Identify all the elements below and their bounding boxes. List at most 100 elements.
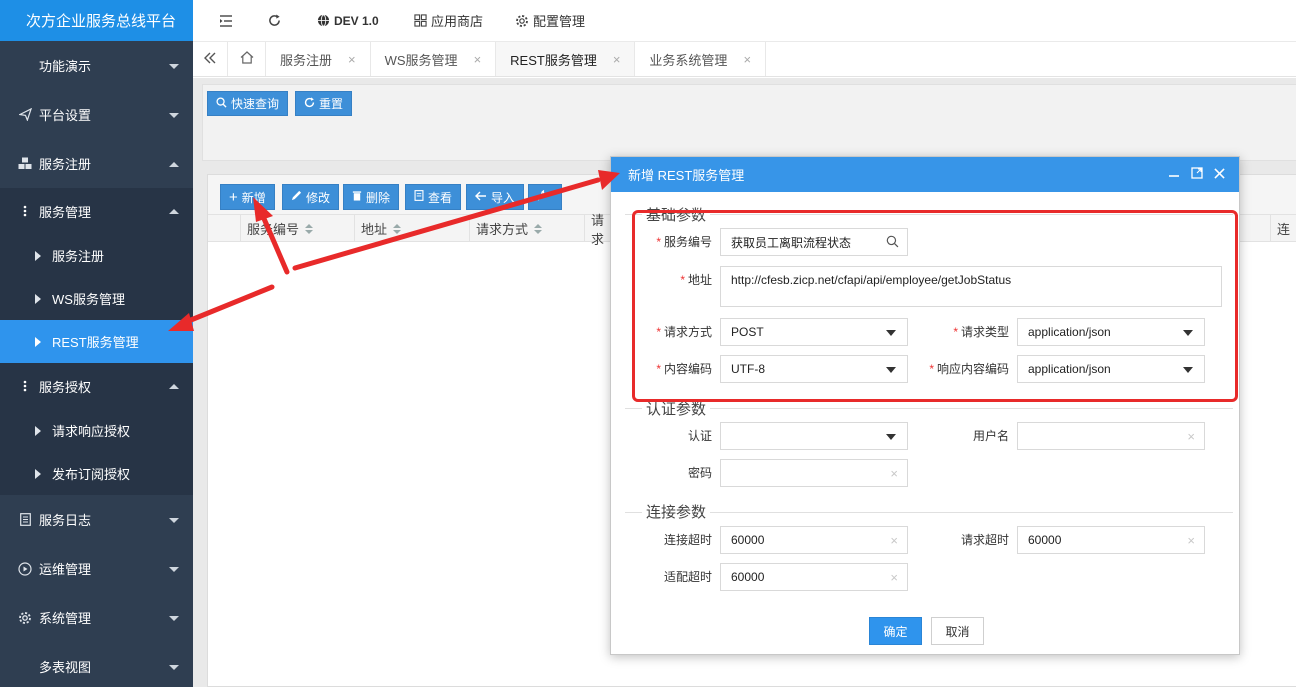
sidebar-item-service-auth[interactable]: 服务授权 (0, 363, 193, 409)
tab-service-register[interactable]: 服务注册 × (266, 42, 371, 76)
trash-icon (352, 190, 362, 204)
sidebar-item-label: 发布订阅授权 (52, 467, 131, 482)
clear-icon[interactable]: × (890, 533, 898, 548)
sidebar: 次方企业服务总线平台 功能演示 平台设置 服务注册 服务管理 服务注册 WS服务… (0, 0, 193, 687)
encoding-select[interactable]: UTF-8 (720, 355, 908, 383)
menu-toggle-button[interactable] (219, 0, 237, 41)
fieldset-divider (625, 512, 1233, 513)
conn-timeout-input[interactable]: 60000 × (720, 526, 908, 554)
sidebar-item-label: 功能演示 (39, 59, 92, 74)
sidebar-item-platform-settings[interactable]: 平台设置 (0, 90, 193, 139)
add-button[interactable]: + 新增 (220, 184, 275, 210)
req-timeout-input[interactable]: 60000 × (1017, 526, 1205, 554)
sidebar-item-label: 请求响应授权 (52, 424, 131, 439)
method-label: * 请求方式 (656, 325, 712, 339)
env-selector[interactable]: DEV 1.0 (317, 0, 379, 41)
tab-rest-service[interactable]: REST服务管理 × (496, 42, 636, 76)
sidebar-item-demo[interactable]: 功能演示 (0, 41, 193, 90)
column-header[interactable]: 服务编号 (240, 215, 354, 242)
password-input[interactable]: × (720, 459, 908, 487)
maximize-icon[interactable] (1191, 167, 1203, 182)
tool-icon (537, 189, 549, 204)
dialog-tools (1168, 157, 1225, 192)
sidebar-item-system[interactable]: 系统管理 (0, 593, 193, 642)
sidebar-sub-pubsub-auth[interactable]: 发布订阅授权 (0, 452, 193, 495)
sidebar-item-service-register[interactable]: 服务注册 (0, 139, 193, 188)
label-text: 响应内容编码 (936, 362, 1009, 376)
service-code-input[interactable]: 获取员工离职流程状态 (720, 228, 908, 256)
response-encoding-select[interactable]: application/json (1017, 355, 1205, 383)
sidebar-item-label: 服务注册 (39, 157, 92, 172)
clear-icon[interactable]: × (1187, 533, 1195, 548)
tab-label: 业务系统管理 (649, 52, 728, 68)
view-button[interactable]: 查看 (405, 184, 462, 210)
add-rest-service-dialog: 新增 REST服务管理 基础参数 * 服务编号 获取员工离职流程状态 * 地址 ht… (610, 156, 1240, 655)
cancel-button[interactable]: 取消 (931, 617, 984, 645)
sidebar-sub-req-resp-auth[interactable]: 请求响应授权 (0, 409, 193, 452)
tab-business-system[interactable]: 业务系统管理 × (635, 42, 767, 76)
caret-right-icon (35, 336, 41, 347)
input-value: 60000 (731, 533, 765, 547)
request-type-select[interactable]: application/json (1017, 318, 1205, 346)
close-icon[interactable]: × (613, 52, 621, 67)
minimize-icon[interactable] (1168, 167, 1180, 182)
column-header[interactable]: 地址 (354, 215, 469, 242)
auth-select[interactable] (720, 422, 908, 450)
close-icon[interactable] (1214, 167, 1225, 182)
close-icon[interactable]: × (348, 52, 356, 67)
column-header[interactable]: 连 (1270, 215, 1296, 242)
input-value: 60000 (731, 570, 765, 584)
apps-icon (414, 14, 427, 27)
chevron-up-icon (169, 161, 179, 167)
chevron-down-icon (1183, 330, 1193, 336)
delete-button[interactable]: 删除 (343, 184, 400, 210)
delete-label: 删除 (366, 190, 391, 205)
password-label: 密码 (687, 466, 712, 480)
app-store-button[interactable]: 应用商店 (414, 0, 483, 41)
config-button[interactable]: 配置管理 (515, 0, 585, 41)
import-button[interactable]: 导入 (466, 184, 525, 210)
sidebar-sub-service-register[interactable]: 服务注册 (0, 234, 193, 277)
sidebar-sub-rest-service[interactable]: REST服务管理 (0, 320, 193, 363)
adapt-timeout-input[interactable]: 60000 × (720, 563, 908, 591)
add-label: 新增 (241, 190, 266, 205)
adapt-timeout-label: 适配超时 (663, 570, 712, 584)
username-label: 用户名 (972, 429, 1009, 443)
address-input[interactable]: http://cfesb.zicp.net/cfapi/api/employee… (720, 266, 1222, 307)
confirm-button[interactable]: 确定 (869, 617, 922, 645)
tab-home[interactable] (228, 42, 266, 76)
basic-params-legend: 基础参数 (642, 204, 711, 225)
more-button[interactable] (528, 184, 562, 210)
close-icon[interactable]: × (743, 52, 751, 67)
edit-button[interactable]: 修改 (282, 184, 340, 210)
pencil-icon (291, 190, 302, 204)
quick-search-button[interactable]: 快速查询 (207, 91, 289, 116)
close-icon[interactable]: × (474, 52, 482, 67)
globe-icon (317, 14, 330, 27)
sidebar-item-service-log[interactable]: 服务日志 (0, 495, 193, 544)
sidebar-item-multi-view[interactable]: 多表视图 (0, 642, 193, 687)
tabs-scroll-left-button[interactable] (193, 42, 228, 76)
sidebar-item-label: 多表视图 (39, 660, 92, 675)
search-icon[interactable] (886, 235, 899, 251)
sidebar-item-service-management[interactable]: 服务管理 (0, 188, 193, 234)
sidebar-item-label: 服务授权 (39, 379, 92, 395)
tab-ws-service[interactable]: WS服务管理 × (371, 42, 497, 76)
gear-icon (515, 14, 529, 28)
edit-label: 修改 (306, 190, 331, 205)
sidebar-item-ops[interactable]: 运维管理 (0, 544, 193, 593)
column-header[interactable]: 请求方式 (469, 215, 584, 242)
refresh-button[interactable] (268, 0, 285, 41)
chevron-down-icon (1183, 367, 1193, 373)
clear-icon[interactable]: × (1187, 429, 1195, 444)
dialog-header: 新增 REST服务管理 (611, 157, 1239, 192)
username-input[interactable]: × (1017, 422, 1205, 450)
app-title: 次方企业服务总线平台 (0, 0, 193, 41)
encoding-label: * 内容编码 (656, 362, 712, 376)
home-icon (240, 51, 254, 67)
method-select[interactable]: POST (720, 318, 908, 346)
reset-button[interactable]: 重置 (295, 91, 353, 116)
sidebar-sub-ws-service[interactable]: WS服务管理 (0, 277, 193, 320)
clear-icon[interactable]: × (890, 570, 898, 585)
clear-icon[interactable]: × (890, 466, 898, 481)
